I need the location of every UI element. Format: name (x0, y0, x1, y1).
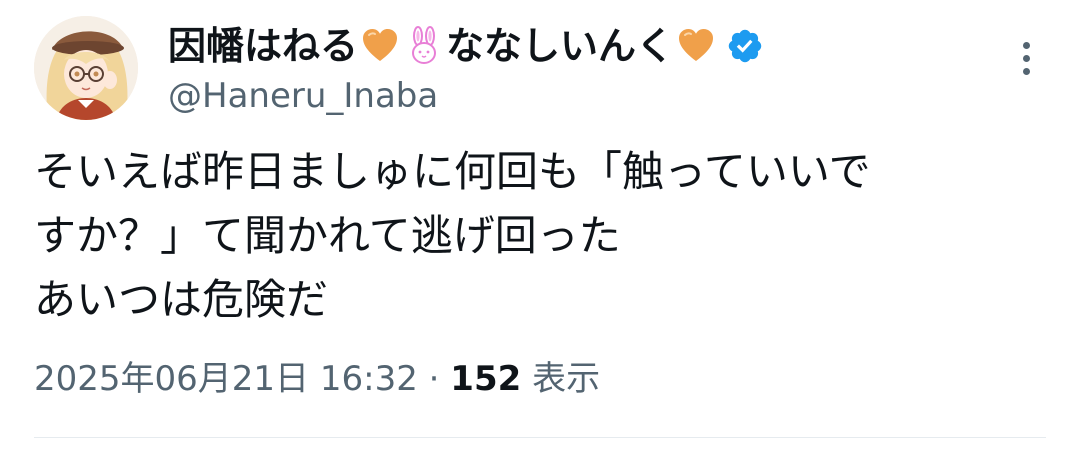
tweet-text-line: そいえば昨日ましゅに何回も「触っていいで (34, 147, 871, 196)
tweet-text-line: すか？」て聞かれて逃げ回った (34, 211, 621, 260)
views-count[interactable]: 152 (450, 359, 521, 399)
meta-separator: · (417, 359, 451, 399)
tweet: 因幡はねる ななしいんく @Haneru_Inaba そいえば昨日ましゅに何回も… (0, 0, 1080, 456)
tweet-timestamp[interactable]: 2025年06月21日 16:32 (34, 359, 418, 399)
more-options-icon[interactable] (1012, 36, 1042, 80)
author-name-affiliation[interactable]: ななしいんく (446, 22, 674, 70)
verified-badge-icon[interactable] (726, 27, 764, 65)
author-handle[interactable]: @Haneru_Inaba (168, 74, 438, 118)
views-label: 表示 (521, 359, 601, 399)
tweet-text-line: あいつは危険だ (34, 275, 329, 324)
tweet-text: そいえば昨日ましゅに何回も「触っていいで すか？」て聞かれて逃げ回った あいつは… (34, 140, 1044, 332)
orange-heart-icon (676, 26, 716, 66)
rabbit-face-icon (404, 26, 444, 66)
author-name[interactable]: 因幡はねる (168, 22, 358, 70)
author-name-row[interactable]: 因幡はねる ななしいんく (168, 22, 764, 70)
tweet-meta: 2025年06月21日 16:32 · 152 表示 (34, 354, 600, 404)
orange-heart-icon (360, 26, 400, 66)
avatar[interactable] (34, 16, 138, 120)
divider (34, 437, 1046, 438)
